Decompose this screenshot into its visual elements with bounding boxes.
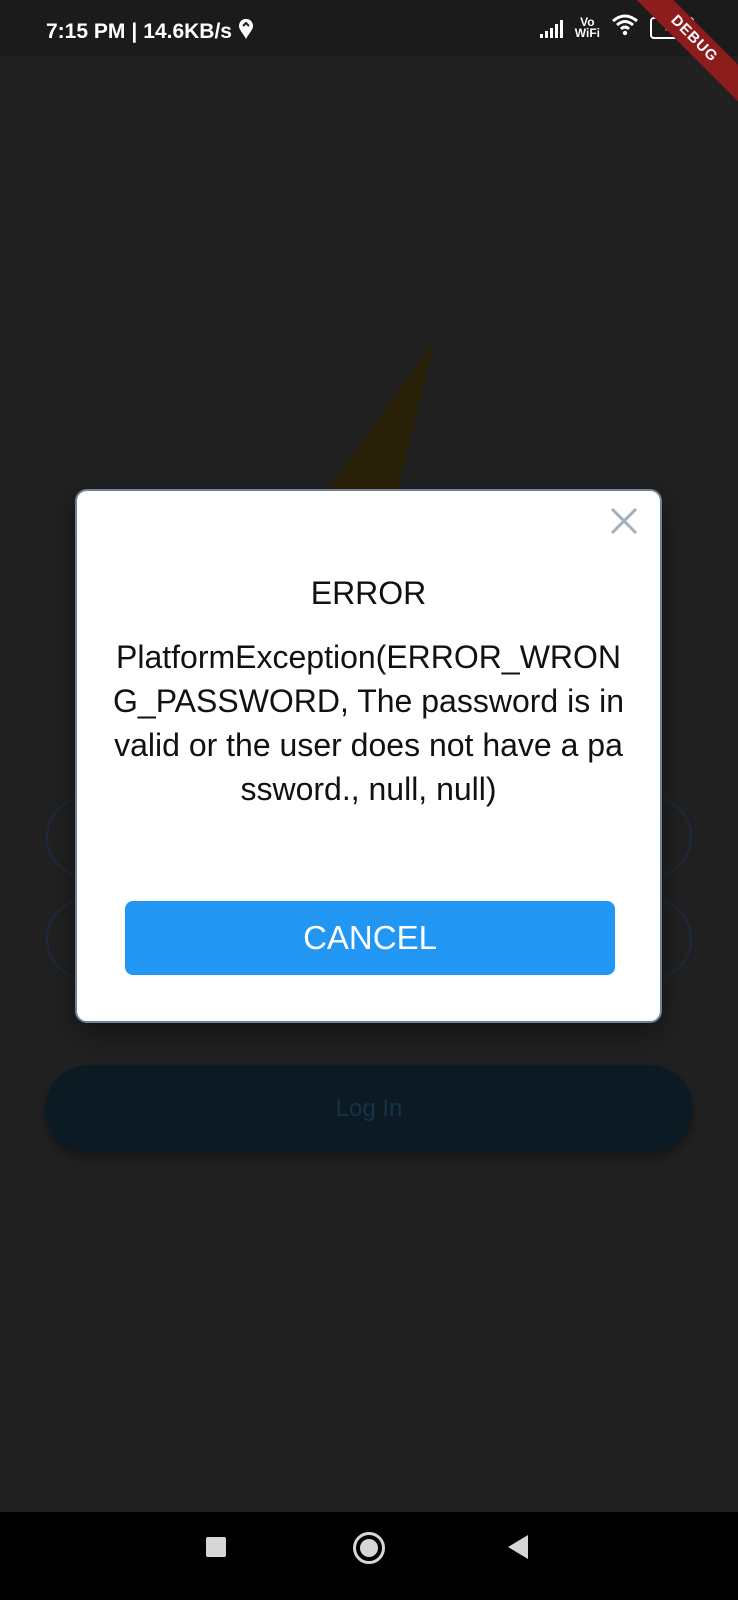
dialog-title: ERROR	[310, 575, 427, 611]
status-bar: 7:15 PM | 14.6KB/s Vo WiFi 41	[0, 0, 738, 56]
app-logo	[300, 340, 450, 505]
cancel-button[interactable]: CANCEL	[125, 901, 615, 975]
close-button[interactable]	[606, 505, 642, 541]
vowifi-bottom: WiFi	[574, 25, 600, 40]
signal-icon	[539, 18, 563, 38]
status-separator: |	[131, 20, 138, 43]
recents-icon[interactable]	[206, 1537, 226, 1557]
nav-bar	[0, 1512, 738, 1600]
status-network-speed: 14.6KB/s	[143, 20, 232, 43]
status-time: 7:15 PM	[46, 20, 126, 43]
back-icon[interactable]	[508, 1535, 528, 1559]
vowifi-indicator: Vo WiFi	[574, 16, 600, 40]
login-button[interactable]: Log In	[45, 1065, 693, 1153]
status-left: 7:15 PM | 14.6KB/s	[46, 18, 254, 46]
app-drop-icon	[238, 18, 254, 46]
wifi-icon	[612, 14, 638, 41]
home-icon[interactable]	[353, 1532, 385, 1564]
dialog-message: PlatformException(ERROR_WRONG_PASSWORD, …	[113, 639, 624, 807]
error-dialog: ERROR PlatformException(ERROR_WRONG_PASS…	[75, 489, 662, 1023]
close-icon[interactable]	[610, 507, 638, 540]
